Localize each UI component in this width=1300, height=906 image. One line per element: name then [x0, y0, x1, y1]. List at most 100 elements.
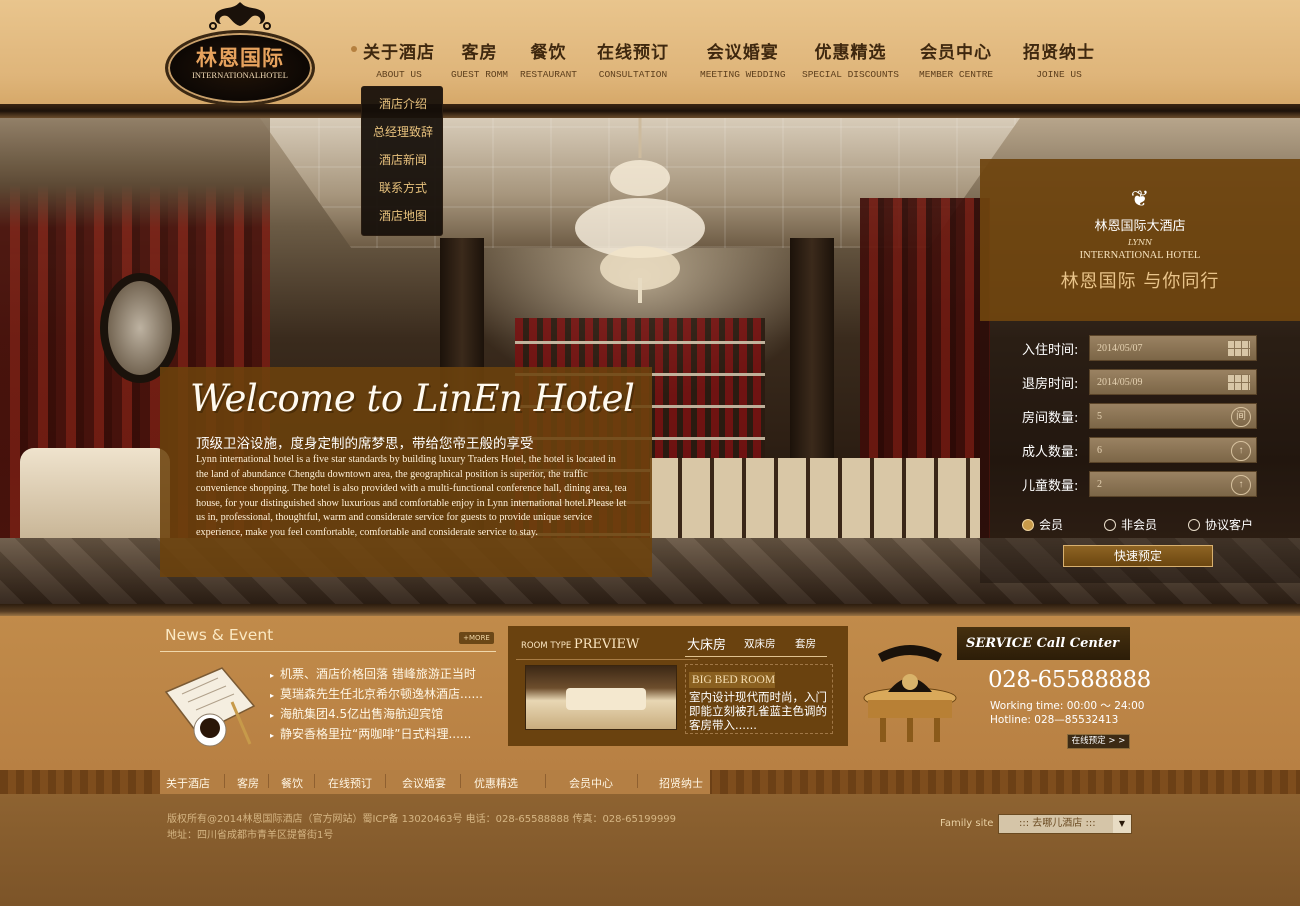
- tab-twin-bed[interactable]: 双床房: [744, 636, 776, 651]
- footer-link-rooms[interactable]: 客房: [237, 775, 259, 791]
- nav-item-about[interactable]: 关于酒店 ABOUT US: [363, 38, 435, 80]
- nav-label-en: RESTAURANT: [520, 69, 578, 80]
- address-line: 地址：四川省成都市青羊区提督街1号: [167, 829, 334, 841]
- nav-label-cn: 在线预订: [597, 43, 669, 63]
- booking-script: LYNN: [1127, 238, 1153, 247]
- rooms-count-field[interactable]: 5 间: [1089, 403, 1257, 429]
- active-nav-dot: [351, 46, 357, 52]
- news-more-button[interactable]: +MORE: [459, 632, 494, 644]
- dropdown-item-intro[interactable]: 酒店介绍: [362, 95, 444, 112]
- radio-label: 会员: [1039, 518, 1064, 532]
- logo[interactable]: 林恩国际 INTERNATIONALHOTEL: [165, 2, 315, 106]
- children-label: 儿童数量:: [1022, 479, 1079, 494]
- radio-member[interactable]: 会员: [1022, 516, 1063, 533]
- news-item[interactable]: ▸ 静安香格里拉“两咖啡”日式料理......: [270, 725, 471, 742]
- dropdown-item-contact[interactable]: 联系方式: [362, 179, 444, 196]
- news-item[interactable]: ▸ 机票、酒店价格回落 错峰旅游正当时: [270, 665, 476, 682]
- news-item-text: 机票、酒店价格回落 错峰旅游正当时: [280, 667, 476, 681]
- room-description[interactable]: 室内设计现代而时尚，入门即能立刻被孔雀蓝主色调的客房带入......: [689, 690, 829, 732]
- nav-label-cn: 会员中心: [920, 43, 993, 63]
- bullet-arrow-icon: ▸: [270, 731, 275, 740]
- calendar-icon[interactable]: [1228, 340, 1250, 356]
- checkout-date-field[interactable]: 2014/05/09: [1089, 369, 1257, 395]
- footer-nav-divider: [314, 774, 315, 788]
- checkin-date-field[interactable]: 2014/05/07: [1089, 335, 1257, 361]
- footer-link-booking[interactable]: 在线预订: [328, 775, 372, 791]
- booking-slogan: 林恩国际 与你同行: [1060, 271, 1220, 292]
- family-site-select[interactable]: ::: 去哪儿酒店 ::: ▼: [998, 814, 1132, 834]
- footer-link-meeting[interactable]: 会议婚宴: [402, 775, 446, 791]
- footer-nav-divider: [545, 774, 546, 788]
- rooms-count-value: 5: [1097, 411, 1102, 422]
- quick-book-button[interactable]: 快速预定: [1063, 545, 1213, 567]
- radio-label: 协议客户: [1205, 518, 1254, 532]
- nav-item-discounts[interactable]: 优惠精选 SPECIAL DISCOUNTS: [802, 38, 899, 80]
- dropdown-item-map[interactable]: 酒店地图: [362, 207, 444, 224]
- radio-icon: [1188, 519, 1200, 531]
- nav-item-rooms[interactable]: 客房 GUEST ROMM: [451, 38, 508, 80]
- preview-label-small: ROOM TYPE: [521, 641, 572, 651]
- news-item[interactable]: ▸ 莫瑞森先生任北京希尔顿逸林酒店......: [270, 685, 483, 702]
- dropdown-item-gm-speech[interactable]: 总经理致辞: [362, 123, 444, 140]
- nav-label-en: MEETING WEDDING: [700, 69, 786, 80]
- chevron-down-icon[interactable]: ▼: [1113, 815, 1131, 833]
- service-call-center-title: SERVICE Call Center: [957, 627, 1130, 660]
- family-site-label: Family site: [940, 818, 994, 829]
- children-count-field[interactable]: 2 ↑: [1089, 471, 1257, 497]
- guest-type-options: 会员 非会员 协议客户: [1022, 516, 1282, 532]
- up-arrow-icon[interactable]: ↑: [1231, 475, 1251, 495]
- radio-label: 非会员: [1121, 518, 1158, 532]
- footer-nav-divider: [385, 774, 386, 788]
- nav-label-en: ABOUT US: [376, 69, 422, 80]
- radio-non-member[interactable]: 非会员: [1104, 516, 1157, 533]
- footer-link-discounts[interactable]: 优惠精选: [474, 775, 518, 791]
- about-dropdown-menu: 酒店介绍 总经理致辞 酒店新闻 联系方式 酒店地图: [361, 86, 443, 236]
- nav-item-meeting[interactable]: 会议婚宴 MEETING WEDDING: [700, 38, 786, 80]
- adults-label: 成人数量:: [1022, 445, 1079, 460]
- booking-hotel-en-name: INTERNATIONAL HOTEL: [1079, 250, 1201, 261]
- welcome-subtitle: 顶级卫浴设施，度身定制的席梦思，带给您帝王般的享受: [196, 436, 534, 452]
- tab-suite[interactable]: 套房: [795, 636, 816, 651]
- news-item-text: 静安香格里拉“两咖啡”日式料理......: [280, 727, 472, 741]
- tab-big-bed[interactable]: 大床房: [687, 634, 726, 653]
- footer-link-restaurant[interactable]: 餐饮: [281, 775, 303, 791]
- online-booking-button[interactable]: 在线预定 > >: [1067, 734, 1130, 749]
- radio-agreement-client[interactable]: 协议客户: [1188, 516, 1253, 533]
- room-preview-image[interactable]: [525, 665, 677, 730]
- nav-label-en: MEMBER CENTRE: [919, 69, 994, 80]
- more-label: MORE: [469, 634, 490, 642]
- nav-item-member[interactable]: 会员中心 MEMBER CENTRE: [919, 38, 993, 80]
- nav-label-cn: 会议婚宴: [706, 43, 779, 63]
- footer-link-about[interactable]: 关于酒店: [166, 775, 210, 791]
- preview-label-big: PREVIEW: [573, 637, 640, 652]
- antique-telephone-icon: [863, 645, 957, 742]
- room-type-title: BIG BED ROOM: [689, 672, 775, 688]
- dropdown-item-news[interactable]: 酒店新闻: [362, 151, 444, 168]
- working-time: Working time: 00:00 ～ 24:00: [990, 700, 1145, 712]
- adults-count-field[interactable]: 6 ↑: [1089, 437, 1257, 463]
- news-divider: [160, 651, 496, 652]
- nav-label-en: CONSULTATION: [598, 69, 668, 80]
- rooms-label: 房间数量:: [1022, 411, 1079, 426]
- hero-banner: Welcome to LinEn Hotel 顶级卫浴设施，度身定制的席梦思，带…: [0, 118, 1300, 608]
- footer-nav-divider: [268, 774, 269, 788]
- logo-title: 林恩国际: [196, 45, 284, 70]
- footer-link-member[interactable]: 会员中心: [569, 775, 613, 791]
- footer-link-jobs[interactable]: 招贤纳士: [659, 775, 703, 791]
- bullet-arrow-icon: ▸: [270, 691, 275, 700]
- nav-item-booking[interactable]: 在线预订 CONSULTATION: [597, 38, 669, 80]
- service-hours: Working time: 00:00 ～ 24:00 Hotline: 028…: [990, 699, 1144, 727]
- nav-item-jobs[interactable]: 招贤纳士 JOINE US: [1023, 38, 1095, 80]
- news-title: News & Event: [165, 626, 274, 644]
- calendar-icon[interactable]: [1228, 374, 1250, 390]
- up-arrow-icon[interactable]: ↑: [1231, 441, 1251, 461]
- news-item[interactable]: ▸ 海航集团4.5亿出售海航迎宾馆: [270, 705, 443, 722]
- bullet-arrow-icon: ▸: [270, 671, 275, 680]
- footer: [0, 794, 1300, 906]
- welcome-description: Lynn international hotel is a five star …: [196, 454, 627, 538]
- nav-item-restaurant[interactable]: 餐饮 RESTAURANT: [520, 38, 577, 80]
- hotline: Hotline: 028—85532413: [990, 714, 1119, 726]
- room-unit-button[interactable]: 间: [1231, 407, 1251, 427]
- checkin-label: 入住时间:: [1022, 343, 1079, 358]
- room-type-tabs: 大床房 双床房 套房: [687, 636, 832, 658]
